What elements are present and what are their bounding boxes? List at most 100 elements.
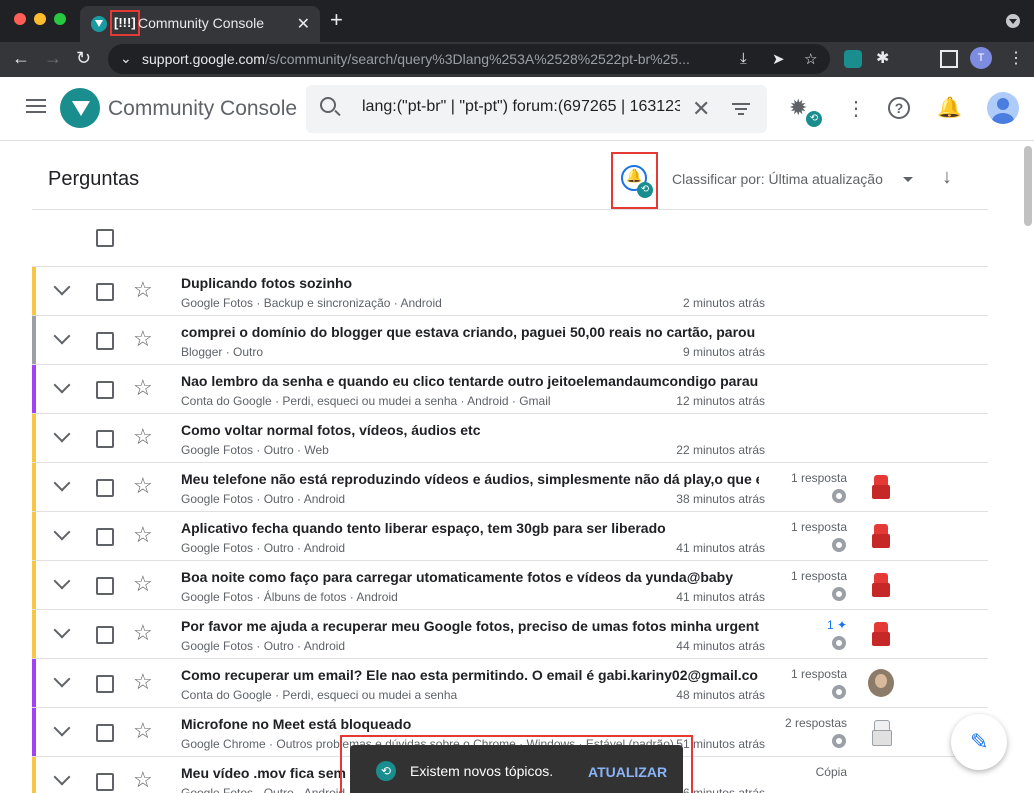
reload-button[interactable]: ↻ (76, 46, 91, 70)
close-window-button[interactable] (14, 13, 26, 25)
thread-checkbox[interactable] (96, 332, 114, 350)
extensions-puzzle-icon[interactable]: ✱ (876, 50, 894, 68)
extension-sync-icon[interactable] (844, 50, 862, 68)
thread-row[interactable]: ☆ Boa noite como faço para carregar utoma… (32, 561, 988, 610)
bookmark-star-icon[interactable]: ☆ (804, 50, 817, 68)
reply-count: 1 ✦ (826, 618, 847, 632)
expand-chevron-icon[interactable] (53, 327, 71, 345)
filter-icon[interactable] (732, 103, 750, 115)
thread-title[interactable]: Meu telefone não está reproduzindo vídeo… (181, 471, 759, 487)
scrollbar[interactable] (1022, 142, 1032, 793)
compose-button[interactable]: ✎ (951, 714, 1007, 770)
thread-title[interactable]: Como recuperar um email? Ele nao esta pe… (181, 667, 759, 683)
star-icon[interactable]: ☆ (133, 669, 153, 695)
robot-avatar-icon (868, 571, 894, 599)
thread-row[interactable]: ☆ Nao lembro da senha e quando eu clico t… (32, 365, 988, 414)
main-menu-icon[interactable] (26, 99, 46, 113)
thread-title[interactable]: Aplicativo fecha quando tento liberar es… (181, 520, 759, 536)
thread-title[interactable]: Nao lembro da senha e quando eu clico te… (181, 373, 759, 389)
browser-menu-icon[interactable]: ⋮ (1008, 47, 1024, 71)
forward-button[interactable]: → (44, 46, 62, 70)
brightness-icon[interactable]: ✹ (789, 95, 807, 121)
expand-chevron-icon[interactable] (53, 621, 71, 639)
thread-checkbox[interactable] (96, 626, 114, 644)
user-avatar (868, 669, 894, 697)
refresh-button[interactable]: ATUALIZAR (588, 764, 667, 780)
star-icon[interactable]: ☆ (133, 473, 153, 499)
thread-checkbox[interactable] (96, 381, 114, 399)
thread-checkbox[interactable] (96, 675, 114, 693)
expand-chevron-icon[interactable] (53, 474, 71, 492)
thread-title[interactable]: comprei o domínio do blogger que estava … (181, 324, 759, 340)
thread-meta: Conta do Google · Perdi, esqueci ou mude… (181, 688, 458, 702)
robot-avatar-icon (868, 473, 894, 501)
status-badge-icon (832, 489, 846, 503)
expand-chevron-icon[interactable] (53, 719, 71, 737)
profile-avatar[interactable]: T (970, 47, 992, 69)
star-icon[interactable]: ☆ (133, 767, 153, 793)
thread-row[interactable]: ☆ Meu telefone não está reproduzindo víde… (32, 463, 988, 512)
thread-checkbox[interactable] (96, 479, 114, 497)
thread-row[interactable]: ☆ Aplicativo fecha quando tento liberar e… (32, 512, 988, 561)
expand-chevron-icon[interactable] (53, 670, 71, 688)
star-icon[interactable]: ☆ (133, 718, 153, 744)
send-tab-icon[interactable]: ➤ (772, 50, 785, 68)
clear-search-icon[interactable]: ✕ (692, 96, 710, 122)
sort-dropdown[interactable]: Classificar por: Última atualização (672, 171, 883, 187)
star-icon[interactable]: ☆ (133, 277, 153, 303)
star-icon[interactable]: ☆ (133, 571, 153, 597)
expand-chevron-icon[interactable] (53, 523, 71, 541)
install-app-icon[interactable]: ⤓ (740, 50, 747, 67)
highlight-box: ⟲ Existem novos tópicos. ATUALIZAR (340, 735, 693, 793)
sort-caret-icon[interactable] (903, 177, 913, 182)
star-icon[interactable]: ☆ (133, 620, 153, 646)
chevron-down-icon[interactable]: ⌄ (120, 50, 132, 67)
url-text: support.google.com/s/community/search/qu… (142, 51, 722, 67)
star-icon[interactable]: ☆ (133, 326, 153, 352)
thread-title[interactable]: Por favor me ajuda a recuperar meu Googl… (181, 618, 759, 634)
thread-title[interactable]: Microfone no Meet está bloqueado (181, 716, 759, 732)
expand-chevron-icon[interactable] (53, 768, 71, 786)
side-panel-icon[interactable] (940, 50, 958, 68)
star-icon[interactable]: ☆ (133, 375, 153, 401)
thread-checkbox[interactable] (96, 528, 114, 546)
select-all-checkbox[interactable] (96, 229, 114, 247)
reply-count: 1 resposta (790, 471, 847, 485)
expand-chevron-icon[interactable] (53, 425, 71, 443)
zoom-window-button[interactable] (54, 13, 66, 25)
browser-tab[interactable]: [!!!] Community Console ✕ (80, 6, 320, 42)
account-avatar[interactable] (987, 92, 1019, 124)
expand-chevron-icon[interactable] (53, 278, 71, 296)
thread-row[interactable]: ☆ Duplicando fotos sozinho Google Fotos · … (32, 267, 988, 316)
new-tab-button[interactable]: + (330, 9, 343, 31)
thread-row[interactable]: ☆ Como voltar normal fotos, vídeos, áudio… (32, 414, 988, 463)
expand-chevron-icon[interactable] (53, 572, 71, 590)
thread-row[interactable]: ☆ Por favor me ajuda a recuperar meu Goog… (32, 610, 988, 659)
help-icon[interactable]: ? (888, 97, 910, 119)
thread-checkbox[interactable] (96, 577, 114, 595)
thread-row[interactable]: ☆ comprei o domínio do blogger que estava… (32, 316, 988, 365)
thread-time: 2 minutos atrás (682, 296, 765, 310)
back-button[interactable]: ← (12, 46, 30, 70)
thread-checkbox[interactable] (96, 773, 114, 791)
sort-direction-icon[interactable]: ↓ (942, 166, 952, 189)
notifications-bell-icon[interactable]: 🔔 (937, 95, 962, 120)
thread-title[interactable]: Como voltar normal fotos, vídeos, áudios… (181, 422, 759, 438)
thread-title[interactable]: Boa noite como faço para carregar utomat… (181, 569, 759, 585)
star-icon[interactable]: ☆ (133, 424, 153, 450)
thread-checkbox[interactable] (96, 430, 114, 448)
address-bar[interactable]: ⌄ support.google.com/s/community/search/… (108, 44, 830, 74)
thread-title[interactable]: Duplicando fotos sozinho (181, 275, 759, 291)
tab-search-icon[interactable] (1006, 14, 1020, 28)
thread-checkbox[interactable] (96, 724, 114, 742)
minimize-window-button[interactable] (34, 13, 46, 25)
scrollbar-thumb[interactable] (1024, 146, 1032, 226)
thread-checkbox[interactable] (96, 283, 114, 301)
more-options-icon[interactable]: ⋮ (846, 96, 866, 121)
search-icon[interactable] (320, 97, 336, 113)
search-input[interactable] (362, 98, 680, 116)
tab-close-icon[interactable]: ✕ (297, 14, 310, 34)
thread-row[interactable]: ☆ Como recuperar um email? Ele nao esta p… (32, 659, 988, 708)
expand-chevron-icon[interactable] (53, 376, 71, 394)
star-icon[interactable]: ☆ (133, 522, 153, 548)
